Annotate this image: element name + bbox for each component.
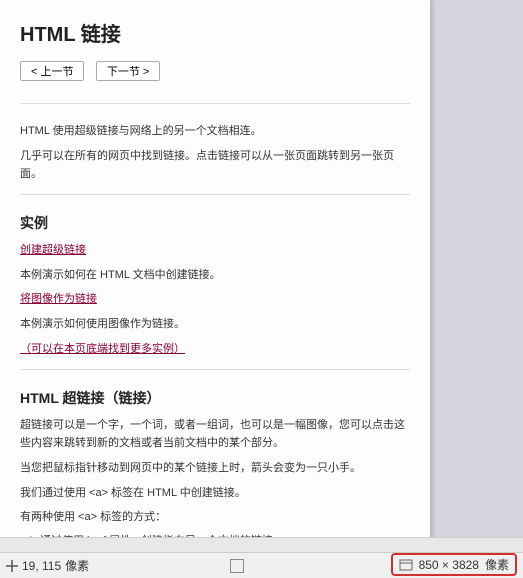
- example-desc-2: 本例演示如何使用图像作为链接。: [20, 315, 410, 334]
- divider: [20, 103, 410, 104]
- hyperlink-heading: HTML 超链接（链接）: [20, 388, 410, 408]
- coords-value: 19, 115: [22, 559, 61, 573]
- next-button[interactable]: 下一节 >: [96, 61, 160, 81]
- hyper-p4: 有两种使用 <a> 标签的方式：: [20, 508, 410, 527]
- horizontal-scrollbar[interactable]: [0, 537, 523, 552]
- hyper-p2: 当您把鼠标指针移动到网页中的某个链接上时，箭头会变为一只小手。: [20, 459, 410, 478]
- intro-text-2: 几乎可以在所有的网页中找到链接。点击链接可以从一张页面跳转到另一张页面。: [20, 147, 410, 184]
- example-link-1[interactable]: 创建超级链接: [20, 244, 86, 256]
- coords-unit: 像素: [65, 557, 89, 574]
- intro-text-1: HTML 使用超级链接与网络上的另一个文档相连。: [20, 122, 410, 141]
- hyper-p1: 超链接可以是一个字，一个词，或者一组词，也可以是一幅图像，您可以点击这些内容来跳…: [20, 416, 410, 453]
- divider: [20, 194, 410, 195]
- selection-icon: [230, 559, 244, 573]
- status-bar: 19, 115 像素 850 × 3828 像素: [0, 552, 523, 578]
- example-desc-1: 本例演示如何在 HTML 文档中创建链接。: [20, 266, 410, 285]
- dimensions-icon: [399, 559, 413, 571]
- dimensions-unit: 像素: [485, 556, 509, 573]
- examples-heading: 实例: [20, 213, 410, 233]
- crosshair-icon: [6, 560, 18, 572]
- dimensions-readout: 850 × 3828 像素: [391, 553, 517, 576]
- page-title: HTML 链接: [20, 18, 410, 47]
- status-mid: [230, 559, 244, 573]
- more-examples-link[interactable]: （可以在本页底端找到更多实例）: [20, 343, 185, 355]
- divider: [20, 369, 410, 370]
- nav-buttons: < 上一节 下一节 >: [20, 61, 410, 81]
- cursor-position: 19, 115 像素: [0, 557, 89, 574]
- example-link-2[interactable]: 将图像作为链接: [20, 293, 97, 305]
- dimensions-value: 850 × 3828: [419, 558, 479, 572]
- document-page: HTML 链接 < 上一节 下一节 > HTML 使用超级链接与网络上的另一个文…: [0, 0, 431, 540]
- prev-button[interactable]: < 上一节: [20, 61, 84, 81]
- hyper-p3: 我们通过使用 <a> 标签在 HTML 中创建链接。: [20, 484, 410, 503]
